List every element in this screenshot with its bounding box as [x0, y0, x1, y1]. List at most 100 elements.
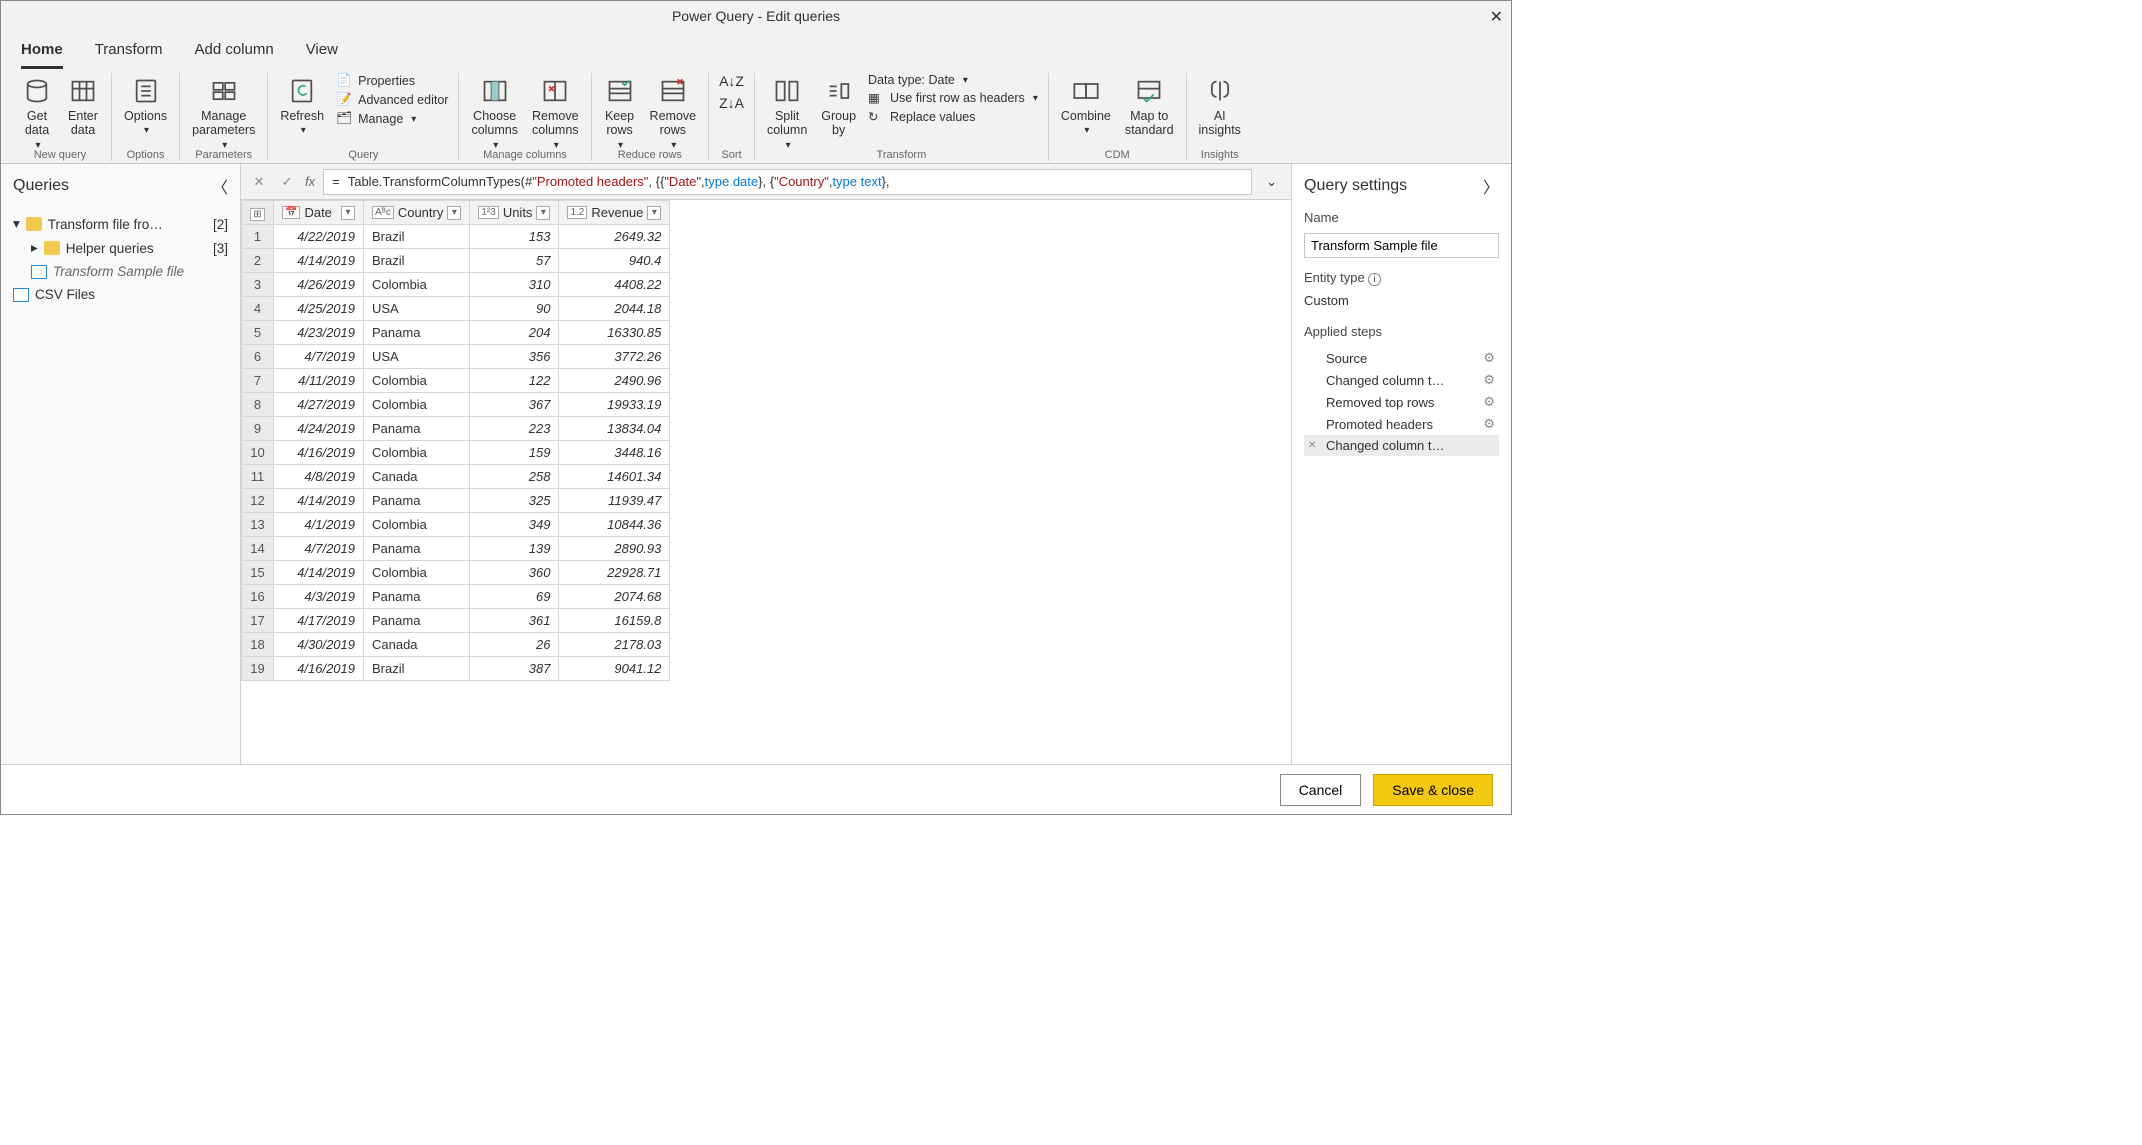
advanced-editor-button[interactable]: 📝Advanced editor [336, 92, 448, 108]
cell-date[interactable]: 4/16/2019 [274, 441, 364, 465]
tab-home[interactable]: Home [21, 37, 63, 69]
collapse-settings-icon[interactable]: 〉 [1483, 174, 1499, 198]
cell-country[interactable]: Panama [364, 417, 470, 441]
cell-country[interactable]: Panama [364, 585, 470, 609]
data-type-button[interactable]: Data type: Date▾ [868, 73, 1038, 87]
cell-country[interactable]: Brazil [364, 249, 470, 273]
fx-icon[interactable]: fx [305, 174, 315, 189]
cell-revenue[interactable]: 16330.85 [559, 321, 670, 345]
remove-rows-button[interactable]: Remove rows▾ [648, 73, 699, 153]
filter-icon[interactable]: ▾ [341, 206, 355, 220]
cell-units[interactable]: 360 [470, 561, 559, 585]
cell-date[interactable]: 4/7/2019 [274, 345, 364, 369]
cell-date[interactable]: 4/24/2019 [274, 417, 364, 441]
tab-transform[interactable]: Transform [95, 37, 163, 69]
query-csv-files[interactable]: CSV Files [7, 283, 234, 306]
cell-revenue[interactable]: 22928.71 [559, 561, 670, 585]
table-row[interactable]: 18 4/30/2019 Canada 26 2178.03 [242, 633, 670, 657]
query-folder-helper[interactable]: ▸ Helper queries [3] [7, 236, 234, 260]
cell-date[interactable]: 4/1/2019 [274, 513, 364, 537]
row-number[interactable]: 7 [242, 369, 274, 393]
cell-date[interactable]: 4/17/2019 [274, 609, 364, 633]
options-button[interactable]: Options▾ [122, 73, 169, 138]
cell-revenue[interactable]: 2490.96 [559, 369, 670, 393]
table-row[interactable]: 16 4/3/2019 Panama 69 2074.68 [242, 585, 670, 609]
sort-asc-button[interactable]: A↓Z [719, 73, 744, 89]
table-row[interactable]: 1 4/22/2019 Brazil 153 2649.32 [242, 225, 670, 249]
manage-parameters-button[interactable]: Manage parameters▾ [190, 73, 257, 153]
cell-units[interactable]: 361 [470, 609, 559, 633]
cell-country[interactable]: Colombia [364, 273, 470, 297]
cell-date[interactable]: 4/14/2019 [274, 249, 364, 273]
cell-units[interactable]: 69 [470, 585, 559, 609]
remove-columns-button[interactable]: Remove columns▾ [530, 73, 581, 153]
table-row[interactable]: 15 4/14/2019 Colombia 360 22928.71 [242, 561, 670, 585]
query-name-input[interactable] [1304, 233, 1499, 258]
applied-step[interactable]: Changed column t…⚙ [1304, 369, 1499, 391]
cell-revenue[interactable]: 940.4 [559, 249, 670, 273]
commit-formula-icon[interactable]: ✓ [277, 174, 297, 190]
applied-step[interactable]: Changed column t… [1304, 435, 1499, 456]
filter-icon[interactable]: ▾ [536, 206, 550, 220]
row-number[interactable]: 4 [242, 297, 274, 321]
properties-button[interactable]: 📄Properties [336, 73, 448, 89]
get-data-button[interactable]: Get data▾ [19, 73, 55, 153]
cell-revenue[interactable]: 2890.93 [559, 537, 670, 561]
table-row[interactable]: 12 4/14/2019 Panama 325 11939.47 [242, 489, 670, 513]
row-number[interactable]: 11 [242, 465, 274, 489]
applied-step[interactable]: Removed top rows⚙ [1304, 391, 1499, 413]
cell-revenue[interactable]: 3448.16 [559, 441, 670, 465]
table-row[interactable]: 7 4/11/2019 Colombia 122 2490.96 [242, 369, 670, 393]
info-icon[interactable]: i [1368, 273, 1380, 286]
cell-units[interactable]: 159 [470, 441, 559, 465]
cell-country[interactable]: Colombia [364, 441, 470, 465]
cell-units[interactable]: 90 [470, 297, 559, 321]
applied-step[interactable]: Promoted headers⚙ [1304, 413, 1499, 435]
cell-revenue[interactable]: 4408.22 [559, 273, 670, 297]
data-grid[interactable]: ⊞ 📅Date▾ AᴮcCountry▾ 1²3Units▾ 1.2Revenu… [241, 200, 1291, 764]
combine-button[interactable]: Combine▾ [1059, 73, 1113, 138]
cell-revenue[interactable]: 13834.04 [559, 417, 670, 441]
table-row[interactable]: 9 4/24/2019 Panama 223 13834.04 [242, 417, 670, 441]
cell-date[interactable]: 4/14/2019 [274, 561, 364, 585]
cell-units[interactable]: 258 [470, 465, 559, 489]
table-row[interactable]: 8 4/27/2019 Colombia 367 19933.19 [242, 393, 670, 417]
cell-country[interactable]: Colombia [364, 513, 470, 537]
keep-rows-button[interactable]: Keep rows▾ [602, 73, 638, 153]
cell-country[interactable]: Canada [364, 633, 470, 657]
formula-input[interactable]: = Table.TransformColumnTypes(#"Promoted … [323, 169, 1252, 195]
ai-insights-button[interactable]: AI insights [1197, 73, 1243, 140]
split-column-button[interactable]: Split column▾ [765, 73, 809, 153]
cell-revenue[interactable]: 2074.68 [559, 585, 670, 609]
filter-icon[interactable]: ▾ [647, 206, 661, 220]
cell-units[interactable]: 349 [470, 513, 559, 537]
manage-button[interactable]: 🗂Manage▾ [336, 111, 448, 127]
row-number[interactable]: 17 [242, 609, 274, 633]
cell-country[interactable]: Panama [364, 537, 470, 561]
cell-country[interactable]: Colombia [364, 369, 470, 393]
table-row[interactable]: 11 4/8/2019 Canada 258 14601.34 [242, 465, 670, 489]
cancel-formula-icon[interactable]: ✕ [249, 174, 269, 190]
map-to-standard-button[interactable]: Map to standard [1123, 73, 1176, 140]
row-number[interactable]: 16 [242, 585, 274, 609]
cell-units[interactable]: 310 [470, 273, 559, 297]
save-close-button[interactable]: Save & close [1373, 774, 1493, 806]
cell-revenue[interactable]: 11939.47 [559, 489, 670, 513]
cell-country[interactable]: USA [364, 345, 470, 369]
row-number[interactable]: 14 [242, 537, 274, 561]
cell-date[interactable]: 4/16/2019 [274, 657, 364, 681]
close-icon[interactable]: ✕ [1490, 7, 1503, 27]
cell-units[interactable]: 57 [470, 249, 559, 273]
cell-date[interactable]: 4/26/2019 [274, 273, 364, 297]
cell-date[interactable]: 4/22/2019 [274, 225, 364, 249]
sort-desc-button[interactable]: Z↓A [719, 95, 744, 111]
expand-formula-icon[interactable]: ⌄ [1260, 174, 1283, 190]
cell-revenue[interactable]: 2044.18 [559, 297, 670, 321]
table-row[interactable]: 13 4/1/2019 Colombia 349 10844.36 [242, 513, 670, 537]
row-number[interactable]: 18 [242, 633, 274, 657]
cell-revenue[interactable]: 10844.36 [559, 513, 670, 537]
first-row-headers-button[interactable]: ▦Use first row as headers▾ [868, 90, 1038, 106]
cell-date[interactable]: 4/30/2019 [274, 633, 364, 657]
cell-country[interactable]: Canada [364, 465, 470, 489]
cancel-button[interactable]: Cancel [1280, 774, 1362, 806]
